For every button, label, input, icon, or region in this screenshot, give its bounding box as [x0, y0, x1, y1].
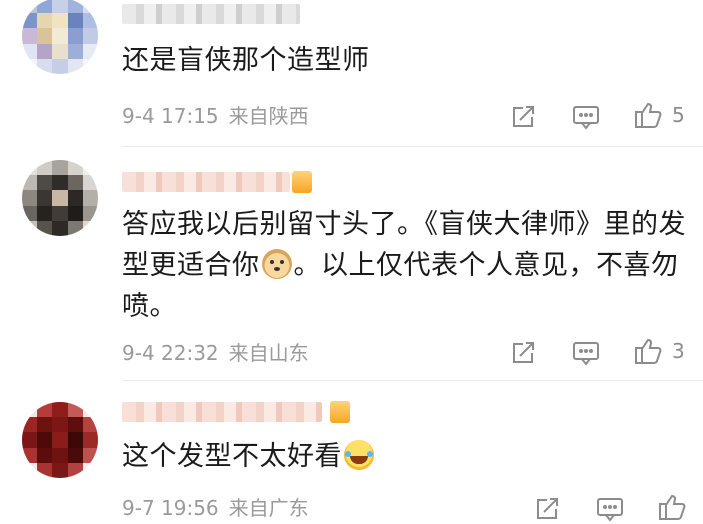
comment-meta: 9-7 19:56 来自广东	[122, 496, 309, 520]
divider	[122, 146, 703, 147]
comment-location: 来自山东	[228, 341, 309, 365]
thumbs-up-icon	[658, 493, 688, 521]
comment-icon	[572, 340, 600, 366]
like-count: 3	[672, 339, 685, 363]
divider	[122, 380, 703, 381]
share-icon	[510, 104, 536, 130]
reply-button[interactable]	[596, 494, 624, 524]
comment-location: 来自广东	[228, 496, 309, 520]
comment-icon	[596, 496, 624, 522]
comment-text: 答应我以后别留寸头了。《盲侠大律师》里的发型更适合你 。以上仅代表个人意见，不喜勿…	[122, 204, 692, 327]
like-button[interactable]: 3	[634, 336, 685, 366]
reply-button[interactable]	[572, 338, 600, 368]
comment-date: 9-4 22:32	[122, 341, 219, 365]
avatar[interactable]	[22, 0, 98, 74]
comment-location: 来自陕西	[228, 104, 309, 128]
username[interactable]	[122, 402, 322, 422]
like-button[interactable]: 5	[634, 100, 685, 130]
share-button[interactable]	[510, 338, 536, 368]
username[interactable]	[122, 172, 290, 192]
share-button[interactable]	[534, 494, 560, 524]
laughing-tears-emoji-icon	[344, 440, 374, 470]
comment-item: 答应我以后别留寸头了。《盲侠大律师》里的发型更适合你 。以上仅代表个人意见，不喜勿…	[0, 150, 703, 381]
share-button[interactable]	[510, 102, 536, 132]
username[interactable]	[122, 4, 300, 24]
avatar[interactable]	[22, 160, 98, 236]
thumbs-up-icon	[634, 101, 664, 129]
comment-date: 9-4 17:15	[122, 104, 219, 128]
comment-item: 还是盲侠那个造型师 9-4 17:15 来自陕西 5	[0, 0, 703, 150]
comment-item: 这个发型不太好看 9-7 19:56 来自广东	[0, 384, 703, 522]
comment-meta: 9-4 22:32 来自山东	[122, 341, 309, 365]
share-icon	[510, 340, 536, 366]
comment-icon	[572, 104, 600, 130]
comment-text-main: 这个发型不太好看	[122, 441, 342, 472]
avatar[interactable]	[22, 402, 98, 478]
comment-text-main: 还是盲侠那个造型师	[122, 45, 370, 76]
thumbs-up-icon	[634, 337, 664, 365]
comment-text: 这个发型不太好看	[122, 436, 692, 477]
reply-button[interactable]	[572, 102, 600, 132]
comment-date: 9-7 19:56	[122, 496, 219, 520]
vip-badge-icon	[292, 171, 312, 193]
share-icon	[534, 496, 560, 522]
vip-badge-icon	[330, 401, 350, 423]
doge-emoji-icon	[261, 249, 292, 279]
comment-text: 还是盲侠那个造型师	[122, 40, 692, 81]
like-count: 5	[672, 103, 685, 127]
comment-meta: 9-4 17:15 来自陕西	[122, 104, 309, 128]
